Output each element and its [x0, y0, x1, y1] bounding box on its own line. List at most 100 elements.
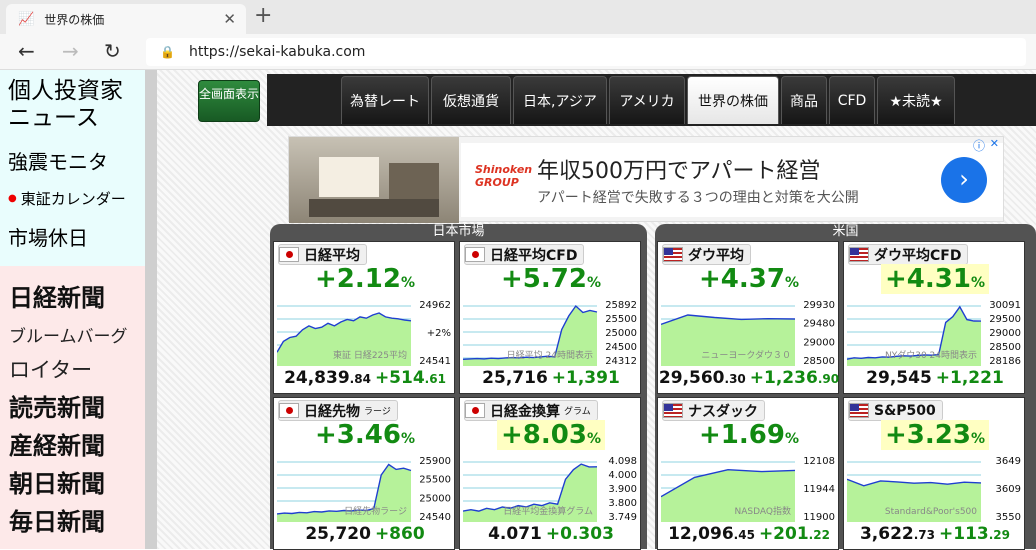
nav-tab-crypto[interactable]: 仮想通貨	[431, 76, 511, 124]
nav-tab-commodities[interactable]: 商品	[781, 76, 827, 124]
percent-unit: %	[400, 275, 415, 291]
stock-card[interactable]: 日経先物 ラージ +3.46% 日経先物ラージ 25900 25500 25000 24540…	[273, 397, 455, 550]
us-flag-icon	[663, 403, 683, 418]
percent-unit: %	[784, 431, 799, 447]
price-decimal: .73	[913, 528, 936, 542]
change-value: +1,221	[935, 368, 1004, 388]
stock-card[interactable]: 日経平均 +2.12% 東証 日経225平均 24962 +2% 24541 24,839.…	[273, 241, 455, 394]
chart-y-label: 3609	[996, 484, 1021, 495]
stock-card-title[interactable]: ダウ平均CFD	[848, 244, 969, 265]
percent-change: +4.37%	[658, 264, 840, 294]
stock-card[interactable]: S&P500 +3.23% Standard&Poor's500 3649 3609 35…	[843, 397, 1025, 550]
sidebar-link-market-holidays[interactable]: 市場休日	[8, 222, 88, 251]
sidebar-link-tse-calendar[interactable]: ● 東証カレンダー	[8, 188, 126, 209]
close-tab-icon[interactable]: ✕	[223, 10, 236, 28]
intraday-chart: Standard&Poor's500 3649 3609 3550	[847, 456, 1021, 522]
chart-y-label: 24312	[605, 356, 637, 366]
stock-name: ダウ平均CFD	[874, 247, 962, 264]
fullscreen-button[interactable]: 全画面表示	[198, 80, 260, 122]
browser-tab[interactable]: 📈 世界の株価 ✕	[6, 4, 246, 34]
stock-card[interactable]: 日経平均CFD +5.72% 日経平均 24時間表示 25892 25500 25000 2…	[459, 241, 641, 394]
chart-y-label: 3.900	[608, 484, 637, 495]
stock-name: 日経金換算	[490, 403, 560, 420]
percent-change: +2.12%	[274, 264, 456, 294]
stock-card-title[interactable]: ナスダック	[662, 400, 765, 421]
price-value: 29,545	[866, 368, 932, 388]
new-tab-button[interactable]: +	[254, 3, 272, 28]
nav-tab-world-stocks[interactable]: 世界の株価	[687, 76, 779, 124]
news-link-bloomberg[interactable]: ブルームバーグ	[9, 322, 128, 347]
forward-arrow-icon[interactable]: →	[62, 39, 79, 63]
stock-card-title[interactable]: ダウ平均	[662, 244, 751, 265]
news-link-asahi[interactable]: 朝日新聞	[9, 464, 105, 499]
chart-y-label: 12108	[803, 456, 835, 467]
japan-flag-icon	[279, 403, 299, 418]
url-field[interactable]: 🔒 https://sekai-kabuka.com	[146, 38, 1026, 66]
stock-card-title[interactable]: 日経平均CFD	[464, 244, 585, 265]
stock-card[interactable]: 日経金換算 グラム +8.03% 日経平均金換算グラム 4.098 4.000 3.900 3…	[459, 397, 641, 550]
chart-y-label: 25000	[605, 328, 637, 339]
stock-card-title[interactable]: 日経先物 ラージ	[278, 400, 398, 421]
japan-flag-icon	[465, 403, 485, 418]
stock-name: ナスダック	[688, 403, 758, 420]
stock-card[interactable]: ナスダック +1.69% NASDAQ指数 12108 11944 11900 12,096…	[657, 397, 839, 550]
intraday-chart: NASDAQ指数 12108 11944 11900	[661, 456, 835, 522]
chart-y-label: 29930	[803, 300, 835, 311]
sidebar-link-investor-news[interactable]: 個人投資家ニュース	[8, 78, 138, 132]
reload-icon[interactable]: ↻	[104, 39, 121, 63]
ad-chevron-right-icon[interactable]: ›	[941, 157, 987, 203]
stock-name: 日経先物	[304, 403, 360, 420]
intraday-chart: 日経先物ラージ 25900 25500 25000 24540	[277, 456, 451, 522]
percent-change: +3.23%	[844, 420, 1026, 450]
chart-y-label: 4.000	[608, 470, 637, 481]
stock-card-title[interactable]: 日経平均	[278, 244, 367, 265]
nav-tab-unread[interactable]: ★未読★	[877, 76, 955, 124]
chart-source-label: 日経平均 24時間表示	[507, 349, 593, 361]
news-link-yomiuri[interactable]: 読売新聞	[9, 388, 105, 423]
chart-source-label: ニューヨークダウ３０	[701, 349, 791, 361]
change-value: +113	[939, 524, 989, 544]
news-link-reuters[interactable]: ロイター	[9, 354, 92, 384]
nav-tab-america[interactable]: アメリカ	[609, 76, 685, 124]
stock-card[interactable]: ダウ平均 +4.37% ニューヨークダウ３０ 29930 29480 29000 28500…	[657, 241, 839, 394]
ad-close-icon[interactable]: ✕	[990, 137, 999, 150]
ad-title[interactable]: 年収500万円でアパート経営	[537, 153, 821, 185]
advertisement-banner[interactable]: Shinoken GROUP 年収500万円でアパート経営 アパート経営で失敗す…	[288, 136, 1004, 223]
sidebar-scrollbar[interactable]	[145, 70, 157, 549]
stock-card-title[interactable]: S&P500	[848, 400, 943, 421]
stock-card[interactable]: ダウ平均CFD +4.31% NYダウ30 24時間表示 30091 29500 2900…	[843, 241, 1025, 394]
chart-y-label: 29000	[803, 337, 835, 348]
chart-y-label: 25500	[419, 475, 451, 486]
chart-y-label: 3550	[996, 512, 1021, 522]
tab-title: 世界の株価	[44, 12, 105, 27]
ad-subtitle: アパート経営で失敗する３つの理由と対策を大公開	[537, 190, 859, 206]
news-link-mainichi[interactable]: 毎日新聞	[9, 502, 105, 537]
percent-value: +4.37	[699, 264, 785, 294]
nav-tab-forex[interactable]: 為替レート	[341, 76, 429, 124]
chart-y-label: 24500	[605, 342, 637, 353]
ad-info-icon[interactable]: ⓘ	[973, 137, 985, 154]
chart-y-label: 11900	[803, 512, 835, 522]
chart-favicon-icon: 📈	[18, 11, 35, 27]
price-value: 3,622	[859, 524, 914, 544]
intraday-chart: 日経平均金換算グラム 4.098 4.000 3.900 3.800 3.749	[463, 456, 637, 522]
news-link-nikkei[interactable]: 日経新聞	[9, 278, 105, 313]
percent-unit: %	[970, 275, 985, 291]
back-arrow-icon[interactable]: ←	[18, 39, 35, 63]
intraday-chart: NYダウ30 24時間表示 30091 29500 29000 28500 28186	[847, 300, 1021, 366]
news-link-sankei[interactable]: 産経新聞	[9, 426, 105, 461]
panel-title-japan: 日本市場	[432, 224, 485, 239]
chart-y-label: 3649	[996, 456, 1021, 467]
sidebar-link-seismic-monitor[interactable]: 強震モニタ	[8, 146, 108, 175]
percent-value: +5.72	[501, 264, 587, 294]
stock-card-title[interactable]: 日経金換算 グラム	[464, 400, 598, 421]
percent-change: +8.03%	[460, 420, 642, 450]
chart-y-label: 11944	[803, 484, 835, 495]
nav-tab-cfd[interactable]: CFD	[829, 76, 875, 124]
us-flag-icon	[849, 247, 869, 262]
price-row: 24,839.84 +514.61	[274, 368, 456, 388]
ad-card[interactable]: Shinoken GROUP 年収500万円でアパート経営 アパート経営で失敗す…	[461, 143, 1003, 217]
us-flag-icon	[663, 247, 683, 262]
nav-tab-japan-asia[interactable]: 日本,アジア	[513, 76, 607, 124]
change-decimal: .90	[817, 372, 840, 386]
